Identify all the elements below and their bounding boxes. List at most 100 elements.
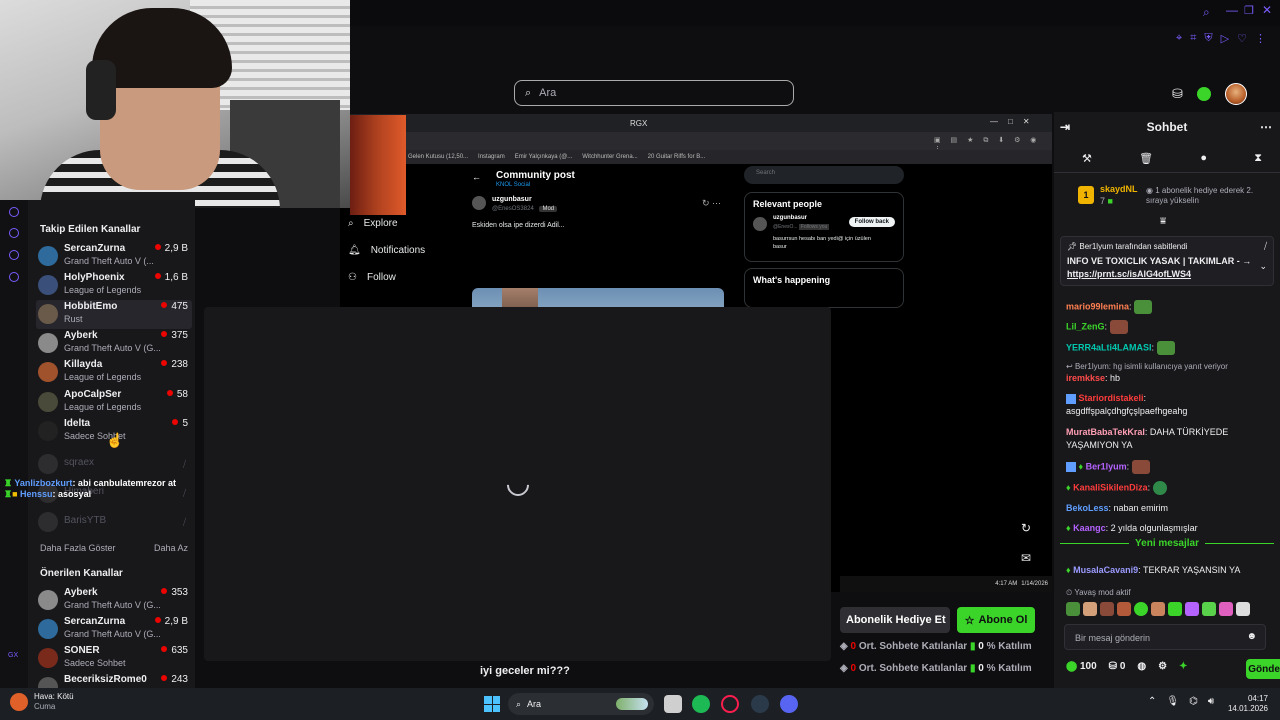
chat-username[interactable]: Kaangc xyxy=(1073,523,1106,533)
chat-more-icon[interactable]: ⋯ xyxy=(1260,120,1272,134)
send-button[interactable]: Gönder xyxy=(1246,659,1280,679)
emote[interactable] xyxy=(1066,602,1080,616)
heart-icon[interactable]: ♡ xyxy=(1237,32,1247,45)
top-gifter-card[interactable]: 1 skaydNL 7 ■ ◉ 1 abonelik hediye ederek… xyxy=(1074,184,1274,214)
nav-notifications[interactable]: 🔔︎ Notifications xyxy=(348,245,458,256)
spotify-icon[interactable] xyxy=(692,695,710,713)
emote[interactable] xyxy=(1151,602,1165,616)
rail-icon[interactable] xyxy=(9,228,19,238)
chevron-up-icon[interactable]: ⌃ xyxy=(1148,696,1156,707)
avatar[interactable] xyxy=(1224,83,1247,105)
rail-icon[interactable] xyxy=(9,207,19,217)
pinned-message[interactable]: 📌︎ Ber1lyum tarafından sabitlendi ⧸ INFO… xyxy=(1060,236,1274,286)
kick-icon[interactable] xyxy=(1196,87,1211,101)
start-button[interactable] xyxy=(484,696,500,712)
bookmark[interactable]: Instagram xyxy=(478,154,505,160)
shield-icon[interactable]: ⛨ xyxy=(1204,32,1212,45)
microphone-icon[interactable]: 🎙︎ xyxy=(1166,696,1179,707)
follow-back-button[interactable]: Follow back xyxy=(848,217,895,227)
gifter-divider-icon[interactable]: ⩸ xyxy=(1160,216,1166,227)
weather-widget[interactable]: Hava: Kötü Cuma xyxy=(10,692,74,712)
search-icon[interactable]: ⌕ xyxy=(1203,5,1210,20)
subscribe-button[interactable]: ☆ Abone Ol xyxy=(957,607,1035,633)
gift-sub-button[interactable]: Abonelik Hediye Et xyxy=(840,607,950,633)
recommended-channel[interactable]: SONER Sadece Sohbet 635 xyxy=(36,644,192,673)
recommended-channel[interactable]: BeceriksizRome0 243 xyxy=(36,673,192,688)
pinned-link[interactable]: https://prnt.sc/isAlG4ofLWS4 xyxy=(1067,269,1191,279)
minimize-icon[interactable]: — xyxy=(1226,3,1238,17)
refresh-button[interactable]: ↻ xyxy=(1011,515,1041,541)
collapse-chat-icon[interactable]: ⇥ xyxy=(1060,120,1070,134)
show-less-link[interactable]: Daha Az xyxy=(154,543,188,553)
followed-channel[interactable]: Ayberk Grand Theft Auto V (G... 375 xyxy=(36,329,192,358)
bookmark[interactable]: Gelen Kutusu (12,50... xyxy=(408,154,468,160)
opera-gx-icon[interactable] xyxy=(721,695,739,713)
points-display[interactable]: ⬤ 100 xyxy=(1066,661,1097,672)
emote[interactable] xyxy=(1202,602,1216,616)
store-icon[interactable]: ⛁ xyxy=(1172,86,1183,102)
steam-icon[interactable] xyxy=(751,695,769,713)
nav-explore[interactable]: ⌕ Explore xyxy=(348,218,458,229)
volume-icon[interactable]: 🔊︎ xyxy=(1208,696,1214,707)
recommended-channel[interactable]: Ayberk Grand Theft Auto V (G... 353 xyxy=(36,586,192,615)
kick-logo-icon[interactable]: ✦ xyxy=(1179,661,1187,672)
more-icon[interactable]: ⋮ xyxy=(1255,32,1266,45)
file-explorer-icon[interactable] xyxy=(664,695,682,713)
pin-icon[interactable]: ⌖ xyxy=(1176,32,1182,45)
network-icon[interactable]: ⌬ xyxy=(1189,696,1198,707)
emoji-icon[interactable]: ☻ xyxy=(1246,631,1257,642)
play-icon[interactable]: ▷ xyxy=(1221,32,1229,45)
close-icon[interactable]: ✕ xyxy=(1262,3,1272,17)
taskbar-clock[interactable]: 04:17 14.01.2026 xyxy=(1226,694,1268,714)
emote[interactable] xyxy=(1185,602,1199,616)
x-search-input[interactable]: Search xyxy=(744,166,904,184)
chevron-down-icon[interactable]: ⌄ xyxy=(1259,261,1267,272)
post-username[interactable]: uzgunbasur xyxy=(492,196,532,203)
chat-username[interactable]: BekoLess xyxy=(1066,503,1109,513)
mail-button[interactable]: ✉ xyxy=(1011,545,1041,571)
refresh-icon[interactable]: ↻ ⋯ xyxy=(702,198,721,209)
relevant-user[interactable]: uzgunbasur xyxy=(773,215,807,221)
hourglass-icon[interactable]: ⧗ xyxy=(1254,152,1262,165)
chat-username[interactable]: iremkkse xyxy=(1066,373,1105,383)
emote[interactable] xyxy=(1236,602,1250,616)
chat-username[interactable]: Stariordistakeli xyxy=(1079,393,1144,403)
emote[interactable] xyxy=(1083,602,1097,616)
chat-bubble-icon[interactable]: ◍ xyxy=(1137,661,1146,672)
trash-icon[interactable]: 🗑︎ xyxy=(1139,152,1153,165)
chat-username[interactable]: mario99lemina xyxy=(1066,301,1129,311)
back-icon[interactable]: ← xyxy=(472,172,481,182)
settings-icon[interactable]: ⚙ xyxy=(1158,661,1167,672)
settings-icon[interactable] xyxy=(9,272,19,282)
offline-channel[interactable]: sqraex ⧸ xyxy=(36,450,192,479)
chat-username[interactable]: Ber1lyum xyxy=(1086,461,1127,471)
show-more-link[interactable]: Daha Fazla Göster xyxy=(40,543,116,553)
recommended-channel[interactable]: SercanZurna Grand Theft Auto V (G... 2,9… xyxy=(36,615,192,644)
store-counter[interactable]: ⛁ 0 xyxy=(1109,661,1126,672)
hammer-icon[interactable]: ⚒ xyxy=(1082,152,1092,165)
taskbar-search[interactable]: ⌕ Ara xyxy=(508,693,654,715)
rail-gx-icon[interactable]: GX xyxy=(8,652,18,659)
followed-channel[interactable]: SercanZurna Grand Theft Auto V (... 2,9 … xyxy=(36,242,192,271)
chat-username[interactable]: Lil_ZenG xyxy=(1066,321,1105,331)
maximize-icon[interactable]: ❐ xyxy=(1244,4,1254,17)
emote[interactable] xyxy=(1219,602,1233,616)
followed-channel[interactable]: HobbitEmo Rust 475 xyxy=(36,300,192,329)
bookmark[interactable]: 20 Guitar Riffs for B... xyxy=(648,154,706,160)
search-input[interactable]: ⌕ Ara xyxy=(514,80,794,106)
chat-username[interactable]: MusalaCavani9 xyxy=(1073,565,1138,575)
offline-channel[interactable]: BarisYTB ⧸ xyxy=(36,508,192,537)
unpin-icon[interactable]: ⧸ xyxy=(1264,241,1267,252)
emote[interactable] xyxy=(1168,602,1182,616)
rail-icon[interactable] xyxy=(9,250,19,260)
bookmark[interactable]: Emir Yalçınkaya (@... xyxy=(515,154,573,160)
followed-channel[interactable]: Killayda League of Legends 238 xyxy=(36,358,192,387)
emote[interactable] xyxy=(1134,602,1148,616)
followed-channel[interactable]: HolyPhoenix League of Legends 1,6 B xyxy=(36,271,192,300)
discord-icon[interactable] xyxy=(780,695,798,713)
chat-username[interactable]: YERR4aLti4LAMASI xyxy=(1066,342,1152,352)
chat-username[interactable]: KanaliSikilenDiza xyxy=(1073,482,1148,492)
followed-channel[interactable]: ApoCalpSer League of Legends 58 xyxy=(36,388,192,417)
emote[interactable] xyxy=(1100,602,1114,616)
crop-icon[interactable]: ⌗ xyxy=(1190,32,1196,45)
